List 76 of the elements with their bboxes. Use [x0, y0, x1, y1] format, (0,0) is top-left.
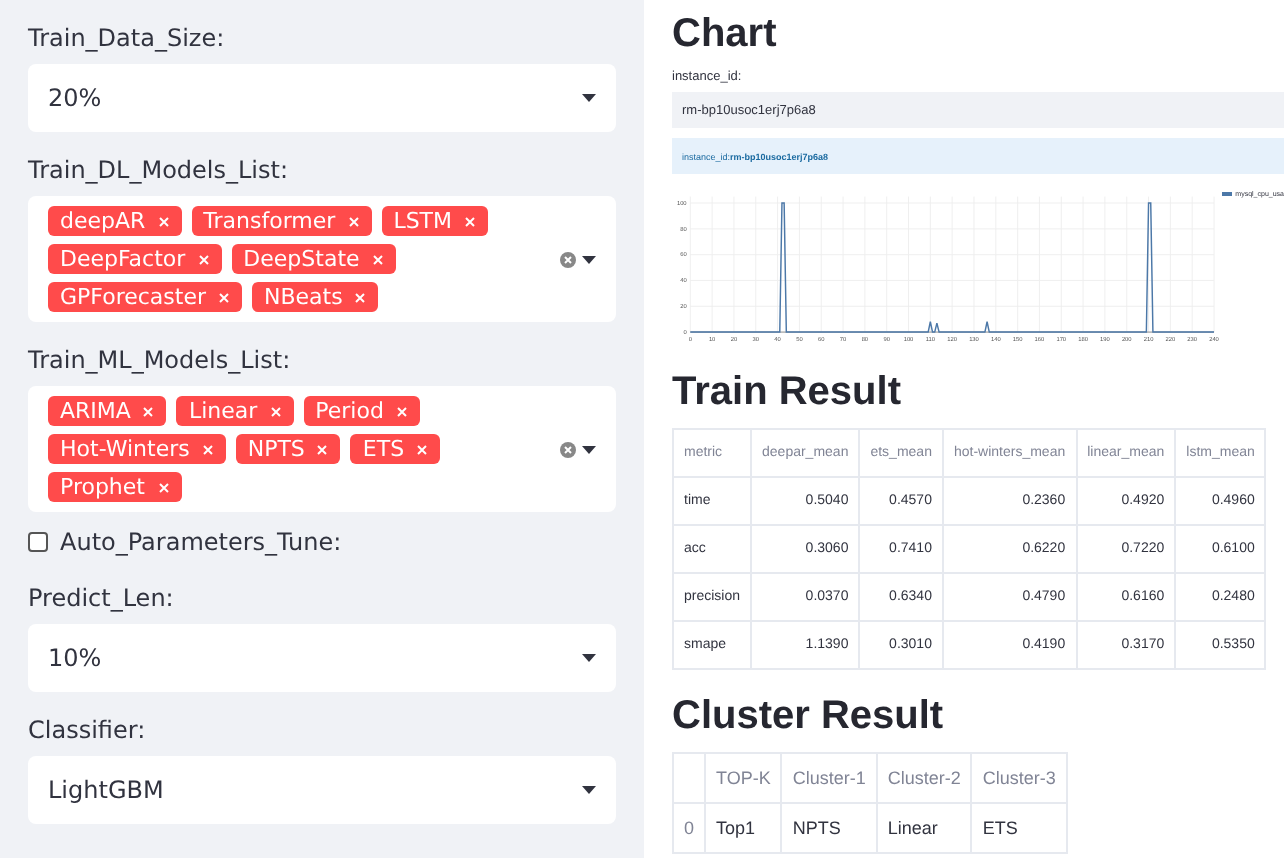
tag-chip[interactable]: Hot-Winters	[48, 434, 226, 464]
tag-label: Period	[315, 396, 384, 426]
field-label: Train_ML_Models_List:	[28, 346, 291, 374]
checkbox-label: Auto_Parameters_Tune:	[60, 528, 342, 556]
column-header: TOP-K	[705, 753, 782, 803]
remove-icon[interactable]	[269, 405, 282, 417]
tag-chip[interactable]: ARIMA	[48, 396, 167, 426]
select-field[interactable]: LightGBM	[28, 756, 616, 824]
select-value: 20%	[48, 84, 102, 112]
tag-label: DeepState	[243, 244, 360, 274]
tag-label: ETS	[362, 434, 405, 464]
remove-icon[interactable]	[157, 215, 170, 227]
tag-label: DeepFactor	[60, 244, 186, 274]
tag-chip[interactable]: deepAR	[48, 206, 182, 236]
clear-icon[interactable]	[560, 251, 576, 267]
tag-chip[interactable]: Transformer	[191, 206, 372, 236]
column-header: Cluster-1	[781, 753, 877, 803]
select-value: LightGBM	[48, 776, 164, 804]
tag-label: Prophet	[60, 472, 145, 502]
tag-chip[interactable]: Period	[303, 396, 420, 426]
tag-label: LSTM	[393, 206, 453, 236]
remove-icon[interactable]	[354, 291, 367, 303]
tag-chip[interactable]: GPForecaster	[48, 282, 242, 312]
tag-chip[interactable]: NPTS	[235, 434, 341, 464]
tag-chip[interactable]: LSTM	[381, 206, 489, 236]
select-field[interactable]: 10%	[28, 624, 616, 692]
row-index: 0	[673, 803, 706, 853]
field-label: Predict_Len:	[28, 584, 174, 612]
clear-icon[interactable]	[560, 441, 576, 457]
caret-icon	[582, 786, 596, 794]
tag-chip[interactable]: NBeats	[252, 282, 379, 312]
caret-icon	[582, 445, 596, 453]
remove-icon[interactable]	[464, 215, 477, 227]
table-cell: Top1	[705, 803, 782, 853]
field-label: Classifier:	[28, 716, 146, 744]
caret-icon	[582, 94, 596, 102]
remove-icon[interactable]	[142, 405, 155, 417]
remove-icon[interactable]	[218, 291, 230, 303]
section-heading: Chart	[672, 12, 777, 58]
tag-label: Hot-Winters	[60, 434, 190, 464]
column-header: Cluster-3	[971, 753, 1067, 803]
tag-chip[interactable]: DeepState	[231, 244, 396, 274]
table-cell: NPTS	[781, 803, 877, 853]
select-field[interactable]: 20%	[28, 64, 616, 132]
tag-chip[interactable]: DeepFactor	[48, 244, 222, 274]
field-label: Train_Data_Size:	[28, 24, 225, 52]
tag-label: GPForecaster	[60, 282, 206, 312]
remove-icon[interactable]	[347, 215, 360, 227]
caret-icon	[582, 654, 596, 662]
remove-icon[interactable]	[316, 443, 329, 455]
section-heading: Cluster Result	[672, 694, 944, 740]
tag-label: Transformer	[203, 206, 336, 236]
field-label: Train_DL_Models_List:	[28, 156, 289, 184]
checkbox[interactable]	[28, 532, 48, 552]
multiselect-field[interactable]: deepAR Transformer LSTM DeepFactor DeepState GPForecaster NBeats	[28, 196, 616, 322]
remove-icon[interactable]	[201, 443, 214, 455]
caret-icon	[582, 255, 596, 263]
tag-label: Linear	[188, 396, 258, 426]
multiselect-field[interactable]: ARIMA Linear Period Hot-Winters NPTS ETS Prophet	[28, 386, 616, 512]
tag-chip[interactable]: ETS	[350, 434, 441, 464]
table-cell: Linear	[876, 803, 972, 853]
remove-icon[interactable]	[197, 253, 210, 265]
remove-icon[interactable]	[395, 405, 408, 417]
remove-icon[interactable]	[371, 253, 384, 265]
remove-icon[interactable]	[157, 481, 169, 493]
section-heading: Train Result	[672, 370, 901, 416]
table-cell: ETS	[971, 803, 1067, 853]
tag-label: deepAR	[60, 206, 146, 236]
tag-label: ARIMA	[60, 396, 131, 426]
tag-chip[interactable]: Prophet	[48, 472, 181, 502]
column-header: Cluster-2	[876, 753, 972, 803]
tag-label: NBeats	[264, 282, 343, 312]
remove-icon[interactable]	[416, 443, 429, 455]
tag-chip[interactable]: Linear	[176, 396, 294, 426]
tag-label: NPTS	[247, 434, 305, 464]
select-value: 10%	[48, 644, 102, 672]
